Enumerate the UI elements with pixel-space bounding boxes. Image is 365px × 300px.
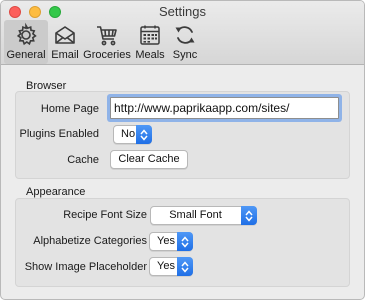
home-page-field[interactable]: http://www.paprikaapp.com/sites/ [110,97,339,119]
recipe-font-size-label: Recipe Font Size [63,209,147,221]
appearance-section-heading: Appearance [26,186,86,198]
shopping-cart-icon [97,26,117,46]
plugins-enabled-popup[interactable]: No [113,125,152,144]
tab-sync-label: Sync [172,49,198,61]
title-bar: Settings General Email Groceries Meals S… [1,1,364,65]
home-page-label: Home Page [40,103,99,115]
alphabetize-categories-value: Yes [157,235,175,247]
show-image-placeholder-popup[interactable]: Yes [149,257,193,276]
tab-email-label: Email [51,49,79,61]
clear-cache-button[interactable]: Clear Cache [110,150,188,169]
show-image-placeholder-value: Yes [157,260,175,272]
cache-label: Cache [67,154,99,166]
popup-arrows-icon [136,125,152,144]
tab-groceries-label: Groceries [83,49,131,61]
tab-general[interactable]: General [4,20,48,64]
popup-arrows-icon [177,232,193,251]
popup-arrows-icon [177,257,193,276]
gear-icon [16,22,37,46]
plugins-enabled-label: Plugins Enabled [19,128,99,140]
envelope-icon [55,26,75,44]
tab-meals[interactable]: Meals [132,20,168,64]
preferences-toolbar: General Email Groceries Meals Sync [4,20,202,64]
tab-groceries[interactable]: Groceries [82,20,132,64]
plugins-enabled-value: No [121,128,136,140]
recipe-font-size-popup[interactable]: Small Font [150,206,257,225]
window-title: Settings [159,4,206,19]
alphabetize-categories-label: Alphabetize Categories [33,235,147,247]
alphabetize-categories-popup[interactable]: Yes [149,232,193,251]
tab-general-label: General [6,49,46,61]
sync-icon [175,26,195,44]
settings-window: Settings General Email Groceries Meals S… [0,0,365,300]
tab-sync[interactable]: Sync [168,20,202,64]
show-image-placeholder-label: Show Image Placeholder [24,261,147,273]
calendar-icon [140,25,160,45]
recipe-font-size-value: Small Font [169,209,222,221]
tab-meals-label: Meals [135,49,165,61]
tab-email[interactable]: Email [48,20,82,64]
popup-arrows-icon [241,206,257,225]
